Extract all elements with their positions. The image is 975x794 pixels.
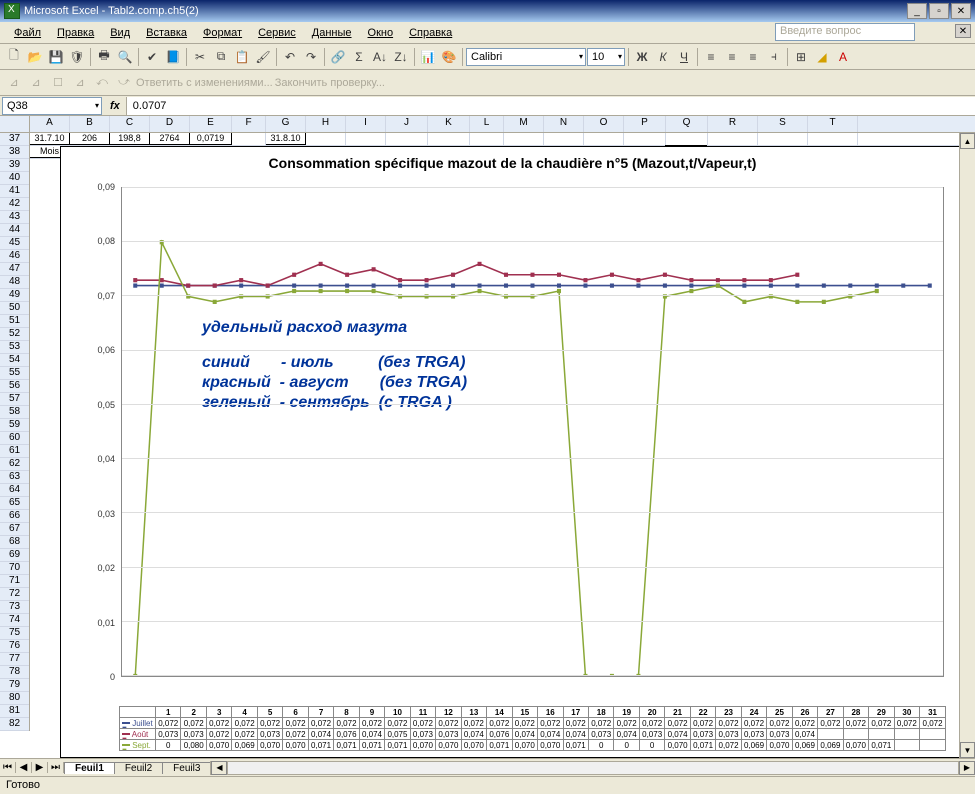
print-icon[interactable]: 🖶 [94, 47, 114, 67]
sort-desc-icon[interactable]: Z↓ [391, 47, 411, 67]
sum-icon[interactable]: Σ [349, 47, 369, 67]
menu-view[interactable]: Вид [102, 25, 138, 41]
menu-insert[interactable]: Вставка [138, 25, 195, 41]
undo-icon[interactable]: ↶ [280, 47, 300, 67]
close-workbook-button[interactable]: ✕ [955, 24, 971, 38]
fill-color-icon[interactable]: ◢ [812, 47, 832, 67]
help-search-input[interactable]: Введите вопрос [775, 23, 915, 41]
column-headers[interactable]: ABCDEFGHIJKLMNOPQRST [30, 116, 975, 133]
merge-icon[interactable]: ⫞ [764, 47, 784, 67]
menu-data[interactable]: Данные [304, 25, 360, 41]
vertical-scrollbar[interactable]: ▲ ▼ [959, 133, 975, 758]
sort-asc-icon[interactable]: A↓ [370, 47, 390, 67]
legend-line-3: зеленый - сентябрь (c TRGA ) [202, 393, 452, 412]
review-icon-2[interactable]: ⊿ [26, 73, 46, 93]
status-bar: Готово [0, 776, 975, 794]
chart-icon[interactable]: 📊 [418, 47, 438, 67]
excel-icon [4, 3, 20, 19]
legend-line-1: синий - июль (без TRGA) [202, 353, 466, 372]
hyperlink-icon[interactable]: 🔗 [328, 47, 348, 67]
menu-help[interactable]: Справка [401, 25, 460, 41]
spell-icon[interactable]: ✔ [142, 47, 162, 67]
end-review: Закончить проверку... [275, 77, 385, 89]
embedded-chart[interactable]: Consommation spécifique mazout de la cha… [60, 146, 965, 758]
select-all-corner[interactable] [0, 116, 30, 133]
menu-format[interactable]: Формат [195, 25, 250, 41]
font-size-combo[interactable]: 10 [587, 48, 625, 66]
font-name-combo[interactable]: Calibri [466, 48, 586, 66]
drawing-icon[interactable]: 🎨 [439, 47, 459, 67]
y-axis: 00,010,020,030,040,050,060,070,080,09 [81, 187, 117, 677]
review-icon-5[interactable]: ⤺ [92, 73, 112, 93]
chart-data-table: 1234567891011121314151617181920212223242… [119, 706, 946, 751]
review-icon-3[interactable]: ☐ [48, 73, 68, 93]
research-icon[interactable]: 📘 [163, 47, 183, 67]
chart-series [122, 188, 943, 676]
row-headers[interactable]: 3738394041424344454647484950515253545556… [0, 133, 30, 731]
format-painter-icon[interactable]: 🖌 [253, 47, 273, 67]
save-icon[interactable]: 💾 [46, 47, 66, 67]
chart-title: Consommation spécifique mazout de la cha… [61, 147, 964, 179]
menu-file[interactable]: Файл [6, 25, 49, 41]
cut-icon[interactable]: ✂ [190, 47, 210, 67]
sheet-tabs-row: ⏮ ◀ ▶ ⏭ Feuil1 Feuil2 Feuil3 ◀ ▶ [0, 758, 975, 776]
legend-line-2: красный - август (без TRGA) [202, 373, 467, 392]
scroll-up-button[interactable]: ▲ [960, 133, 975, 149]
reviewing-toolbar: ⊿ ⊿ ☐ ⊿ ⤺ ⤻ Ответить с изменениями... За… [0, 70, 975, 96]
formula-input[interactable]: 0.0707 [126, 97, 975, 115]
restore-button[interactable]: ▫ [929, 3, 949, 19]
menu-tools[interactable]: Сервис [250, 25, 304, 41]
window-title: Microsoft Excel - Tabl2.comp.ch5(2) [24, 5, 199, 17]
name-box[interactable]: Q38 [2, 97, 102, 115]
fx-label[interactable]: fx [104, 100, 126, 112]
menubar: Файл Правка Вид Вставка Формат Сервис Да… [0, 22, 975, 44]
italic-button[interactable]: К [653, 47, 673, 67]
align-center-icon[interactable]: ≡ [722, 47, 742, 67]
bold-button[interactable]: Ж [632, 47, 652, 67]
worksheet[interactable]: 3738394041424344454647484950515253545556… [0, 116, 975, 758]
menu-edit[interactable]: Правка [49, 25, 102, 41]
review-icon-1[interactable]: ⊿ [4, 73, 24, 93]
status-text: Готово [6, 779, 40, 791]
scroll-down-button[interactable]: ▼ [960, 742, 975, 758]
formula-bar: Q38 fx 0.0707 [0, 96, 975, 116]
redo-icon[interactable]: ↷ [301, 47, 321, 67]
minimize-button[interactable]: _ [907, 3, 927, 19]
new-icon[interactable]: 🗋 [4, 47, 24, 67]
plot-area: удельный расход мазута синий - июль (без… [121, 187, 944, 677]
standard-toolbar: 🗋 📂 💾 🛡 🖶 🔍 ✔ 📘 ✂ ⧉ 📋 🖌 ↶ ↷ 🔗 Σ A↓ Z↓ 📊 … [0, 44, 975, 70]
font-color-icon[interactable]: A [833, 47, 853, 67]
titlebar: Microsoft Excel - Tabl2.comp.ch5(2) _ ▫ … [0, 0, 975, 22]
copy-icon[interactable]: ⧉ [211, 47, 231, 67]
underline-button[interactable]: Ч [674, 47, 694, 67]
legend-title: удельный расход мазута [202, 318, 407, 337]
reply-with-changes: Ответить с изменениями... [136, 77, 273, 89]
align-right-icon[interactable]: ≡ [743, 47, 763, 67]
align-left-icon[interactable]: ≡ [701, 47, 721, 67]
paste-icon[interactable]: 📋 [232, 47, 252, 67]
preview-icon[interactable]: 🔍 [115, 47, 135, 67]
open-icon[interactable]: 📂 [25, 47, 45, 67]
borders-icon[interactable]: ⊞ [791, 47, 811, 67]
review-icon-4[interactable]: ⊿ [70, 73, 90, 93]
menu-window[interactable]: Окно [360, 25, 402, 41]
close-button[interactable]: ✕ [951, 3, 971, 19]
permission-icon[interactable]: 🛡 [67, 47, 87, 67]
review-icon-6[interactable]: ⤻ [114, 73, 134, 93]
